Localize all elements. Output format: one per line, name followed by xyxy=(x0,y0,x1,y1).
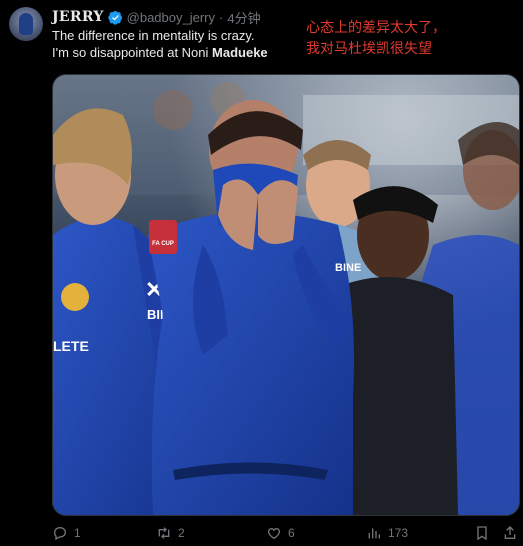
tweet-header: JERRY @badboy_jerry · 4分钟 xyxy=(52,8,261,26)
retweet-icon xyxy=(158,527,170,539)
author-name[interactable]: JERRY xyxy=(52,9,104,25)
tweet-text: The difference in mentality is crazy. I'… xyxy=(52,27,302,61)
player-name: Madueke xyxy=(212,45,268,60)
tweet-text-line-2-prefix: I'm so disappointed at Noni xyxy=(52,45,213,60)
tweet-text-line-1: The difference in mentality is crazy. xyxy=(52,28,255,43)
bookmark-icon xyxy=(477,526,487,541)
heart-icon xyxy=(267,527,281,540)
fa-cup-badge-text: FA CUP xyxy=(152,241,174,247)
views-icon xyxy=(368,528,380,539)
share-icon xyxy=(504,526,516,539)
like-button[interactable]: 6 xyxy=(266,525,295,541)
views-button[interactable]: 173 xyxy=(366,525,408,541)
chinese-annotation: 心态上的差异太大了， 我对马杜埃凯很失望 xyxy=(306,17,446,59)
annotation-line-1: 心态上的差异太大了， xyxy=(306,19,446,35)
football-photo: ✕ BINE LETE FA CUP BINE xyxy=(53,75,519,515)
views-count: 173 xyxy=(388,526,409,540)
annotation-line-2: 我对马杜埃凯很失望 xyxy=(306,40,432,56)
verified-badge-icon xyxy=(107,10,122,25)
shirt-text-lete: LETE xyxy=(53,338,89,354)
action-bar: 1 2 6 173 xyxy=(52,520,518,546)
like-count: 6 xyxy=(288,526,295,540)
shirt-sponsor-right: BINE xyxy=(335,262,361,274)
retweet-button[interactable]: 2 xyxy=(156,525,185,541)
bookmark-button[interactable] xyxy=(474,525,490,541)
tweet-photo[interactable]: ✕ BINE LETE FA CUP BINE xyxy=(52,74,520,516)
post-time[interactable]: 4分钟 xyxy=(227,8,260,27)
reply-button[interactable]: 1 xyxy=(52,525,81,541)
avatar[interactable] xyxy=(9,7,43,41)
share-button[interactable] xyxy=(502,525,518,541)
retweet-count: 2 xyxy=(178,526,185,540)
reply-count: 1 xyxy=(74,526,81,540)
author-handle[interactable]: @badboy_jerry xyxy=(127,10,215,25)
reply-icon xyxy=(53,526,67,541)
separator-dot: · xyxy=(219,9,224,25)
tweet-text-line-2: I'm so disappointed at Noni Madueke xyxy=(52,44,302,61)
fa-cup-badge xyxy=(149,220,177,254)
